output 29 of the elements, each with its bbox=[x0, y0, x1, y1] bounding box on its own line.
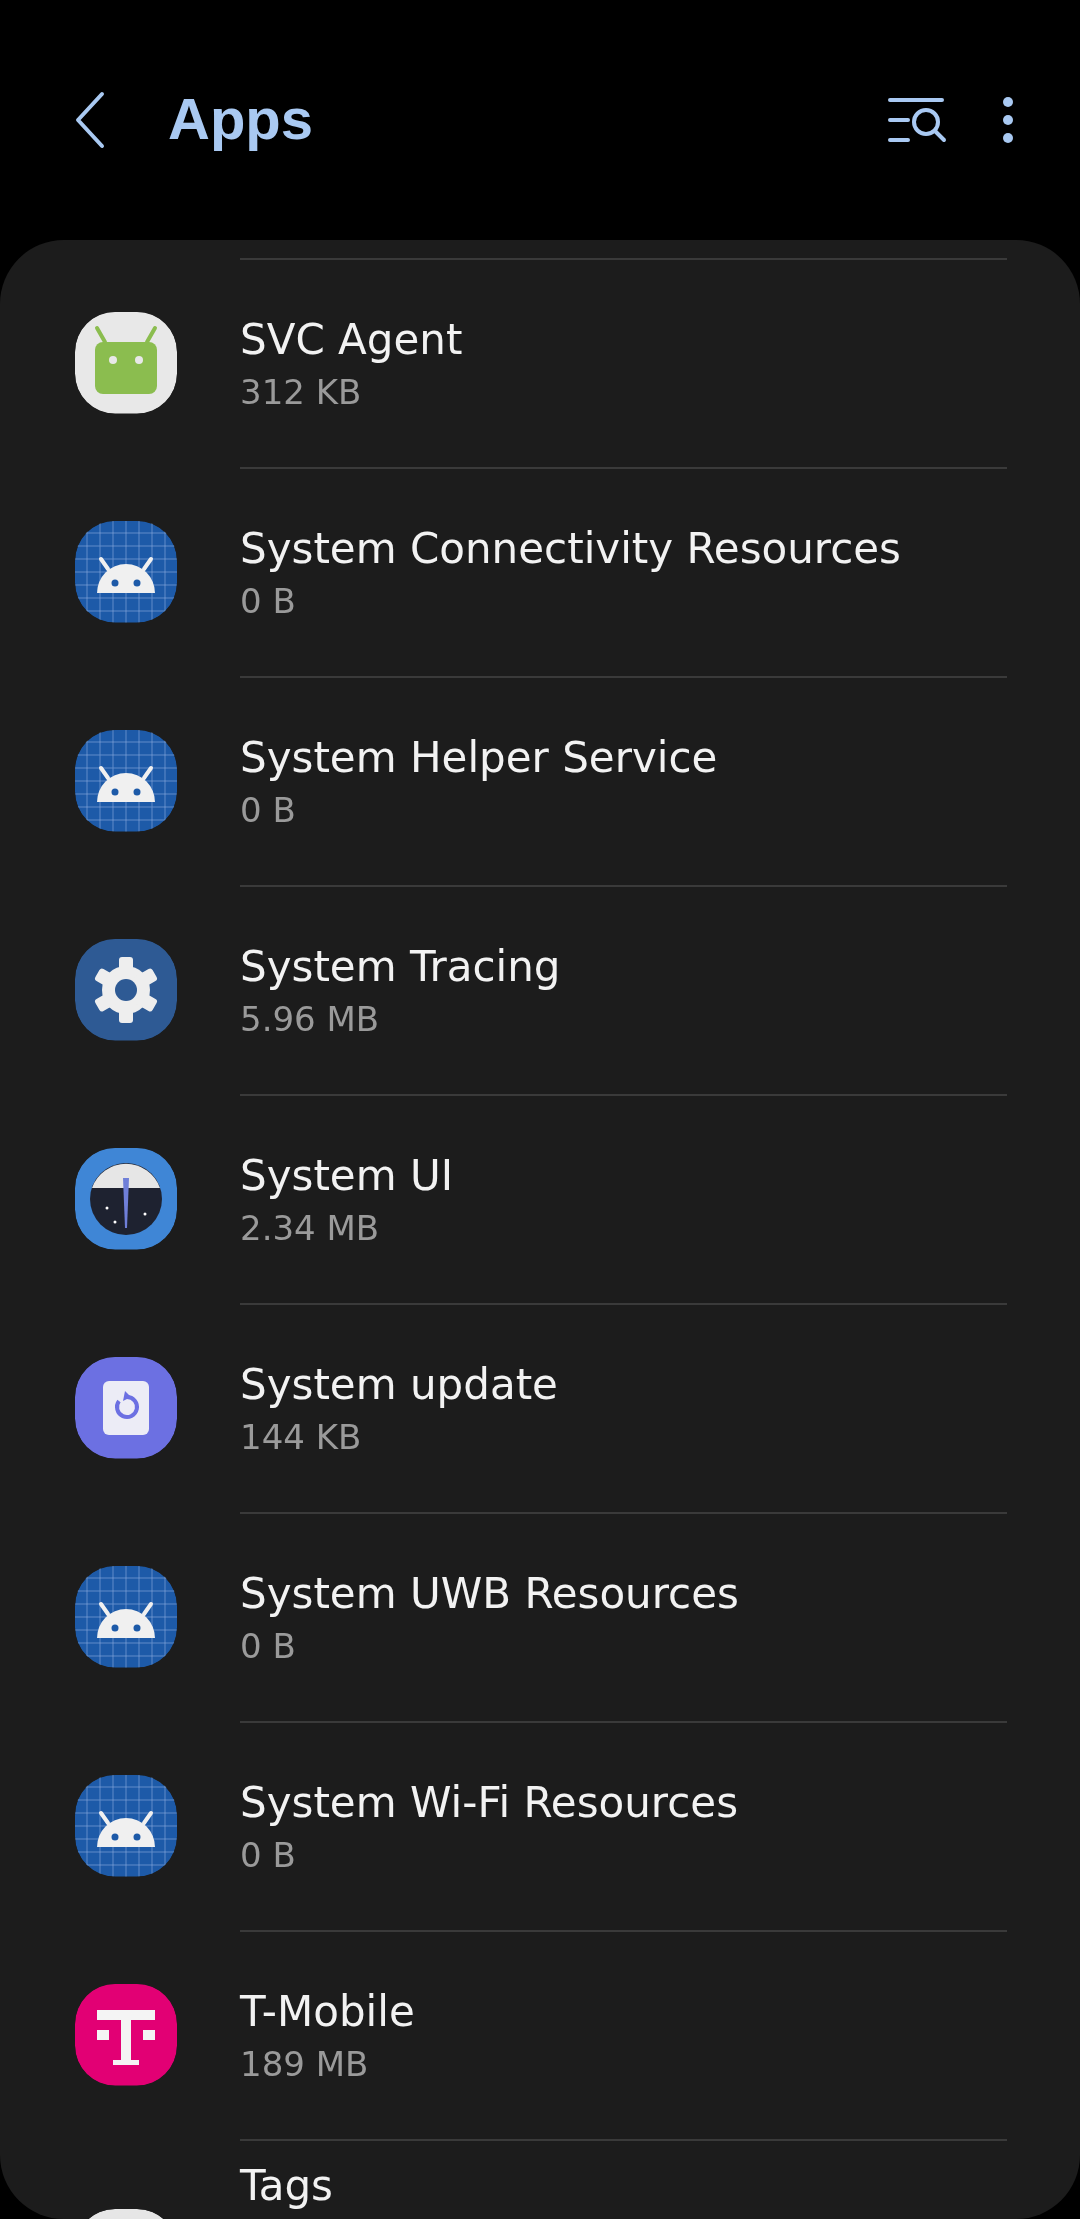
app-size: 2.34 MB bbox=[240, 1206, 381, 1250]
app-name[interactable]: SVC Agent bbox=[240, 312, 1007, 367]
android-icon bbox=[75, 1565, 177, 1668]
app-size: 5.96 MB bbox=[240, 997, 381, 1041]
app-name[interactable]: System Connectivity Resources bbox=[240, 521, 1007, 576]
app-name[interactable]: System UI bbox=[240, 1148, 1007, 1203]
app-name[interactable]: T-Mobile bbox=[240, 1984, 1007, 2039]
android-icon bbox=[75, 520, 177, 623]
app-size: 144 KB bbox=[240, 1415, 363, 1459]
android-icon bbox=[75, 729, 177, 832]
update-icon bbox=[75, 1356, 177, 1459]
app-size: 0 B bbox=[240, 579, 297, 623]
app-size: 189 MB bbox=[240, 2042, 370, 2086]
android-icon bbox=[75, 311, 177, 414]
app-size: 0 B bbox=[240, 788, 297, 832]
app-name[interactable]: Tags bbox=[240, 2159, 1007, 2213]
app-name[interactable]: System UWB Resources bbox=[240, 1566, 1007, 1621]
app-name[interactable]: System Wi-Fi Resources bbox=[240, 1775, 1007, 1830]
app-size: 312 KB bbox=[240, 370, 363, 414]
rocket-icon bbox=[75, 1147, 177, 1250]
android-icon bbox=[75, 1774, 177, 1877]
t-logo-icon bbox=[75, 1983, 177, 2086]
app-size: 0 B bbox=[240, 1624, 297, 1668]
page-title: Apps bbox=[168, 84, 314, 152]
app-size: 0 B bbox=[240, 1833, 297, 1877]
app-name[interactable]: System Tracing bbox=[240, 939, 1007, 994]
gear-icon bbox=[75, 938, 177, 1041]
app-name[interactable]: System Helper Service bbox=[240, 730, 1007, 785]
app-name[interactable]: System update bbox=[240, 1357, 1007, 1412]
